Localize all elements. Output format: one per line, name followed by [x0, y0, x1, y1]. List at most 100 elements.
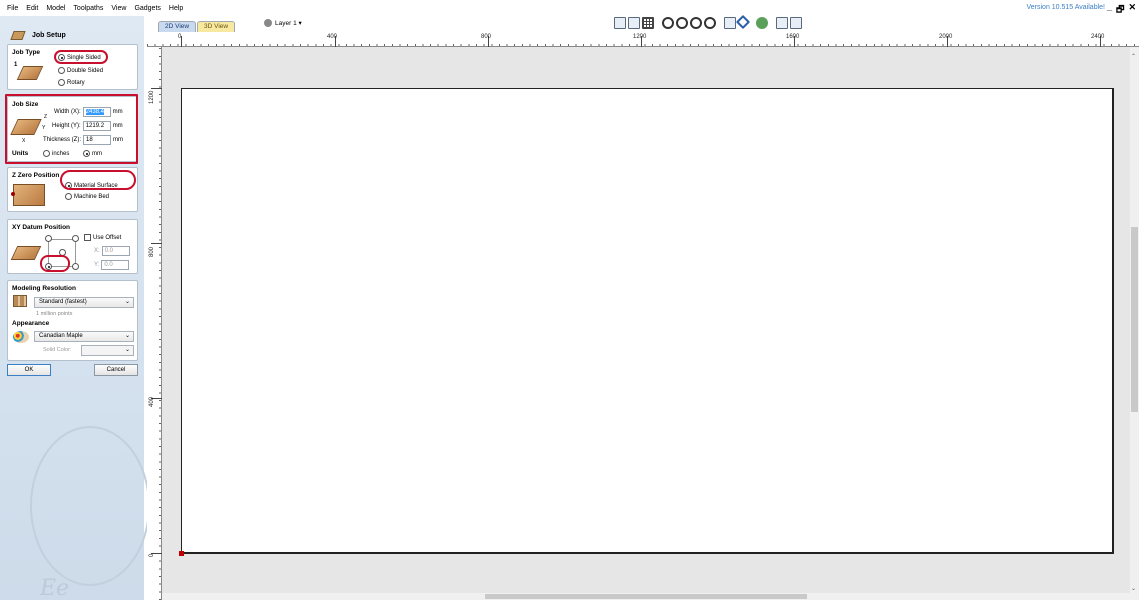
radio-machine-bed[interactable]: Machine Bed: [65, 193, 109, 200]
material-icon[interactable]: [756, 17, 768, 29]
datum-bottom-right[interactable]: [72, 263, 81, 270]
appearance-select[interactable]: Canadian Maple ⌄: [34, 331, 134, 342]
modeling-group: Modeling Resolution Standard (fastest) ⌄…: [7, 280, 138, 361]
xy-datum-label: XY Datum Position: [12, 224, 71, 231]
resolution-icon: [13, 295, 27, 307]
view-tools: [614, 14, 802, 30]
vertical-ruler: [147, 47, 162, 600]
panel-title: Job Setup: [32, 31, 66, 39]
datum-top-left[interactable]: [45, 235, 54, 242]
palette-icon: [13, 331, 29, 343]
radio-dot-icon: [65, 193, 72, 200]
layer-icon: [264, 19, 272, 27]
horizontal-scrollbar[interactable]: [162, 593, 1130, 600]
checkbox-icon: [84, 234, 91, 241]
annotation-circle: [40, 255, 70, 272]
zoom-in-icon[interactable]: [676, 17, 688, 29]
chevron-down-icon: ⌄: [124, 299, 130, 305]
job-setup-panel: Ee Job Setup Job Type 1 Single Sided Dou…: [0, 16, 150, 600]
radio-double-sided[interactable]: Double Sided: [58, 67, 103, 74]
single-sided-illustration: [16, 66, 44, 80]
ruler-h-label: 2400: [1091, 34, 1105, 40]
annotation-circle: [60, 170, 136, 190]
radio-dot-icon: [58, 67, 65, 74]
ruler-v-label: 400: [149, 396, 155, 407]
use-offset-checkbox[interactable]: Use Offset: [84, 234, 121, 241]
appearance-label: Appearance: [12, 320, 50, 327]
radio-dot-icon: [72, 235, 79, 242]
snap-grid-icon[interactable]: [628, 17, 640, 29]
menu-view[interactable]: View: [107, 5, 130, 12]
vertical-scroll-thumb[interactable]: [1131, 227, 1138, 412]
pan-icon[interactable]: [662, 17, 674, 29]
vertical-scrollbar[interactable]: ⌃ ⌄: [1130, 47, 1139, 600]
offset-x-input[interactable]: 0.0: [101, 246, 130, 256]
ruler-h-label: 1600: [786, 34, 800, 40]
horizontal-scroll-thumb[interactable]: [485, 594, 807, 599]
menu-help[interactable]: Help: [165, 5, 187, 12]
menu-gadgets[interactable]: Gadgets: [130, 5, 164, 12]
grid-icon[interactable]: [642, 17, 654, 29]
select-tool-icon[interactable]: [724, 17, 736, 29]
version-link[interactable]: Version 10.515 Available!: [1027, 4, 1106, 11]
annotation-circle: [54, 50, 108, 64]
scroll-up-icon[interactable]: ⌃: [1131, 53, 1136, 60]
z-zero-illustration: [13, 184, 45, 206]
job-setup-icon: [10, 30, 26, 40]
ruler-v-label: 800: [149, 246, 155, 257]
z-zero-label: Z Zero Position: [12, 172, 60, 179]
radio-rotary[interactable]: Rotary: [58, 79, 85, 86]
node-edit-icon[interactable]: [735, 14, 751, 30]
menu-file[interactable]: File: [0, 5, 22, 12]
ruler-h-label: 1200: [633, 34, 647, 40]
zoom-out-icon[interactable]: [690, 17, 702, 29]
resolution-select[interactable]: Standard (fastest) ⌄: [34, 297, 134, 308]
layout-vertical-icon[interactable]: [790, 17, 802, 29]
ruler-major-tick: [151, 88, 162, 89]
layout-horizontal-icon[interactable]: [776, 17, 788, 29]
resolution-hint: 1 million points: [36, 311, 73, 317]
tab-2d-view[interactable]: 2D View: [158, 21, 197, 32]
panel-watermark: Ee: [20, 416, 160, 600]
layer-selector[interactable]: Layer 1 ▾: [264, 19, 302, 27]
offset-y-field: Y: 0.0: [94, 260, 131, 270]
scroll-down-icon[interactable]: ⌄: [1131, 585, 1136, 592]
ruler-h-label: 0: [178, 34, 182, 40]
xy-datum-illustration: [10, 246, 42, 260]
origin-marker: [179, 551, 184, 556]
menu-edit[interactable]: Edit: [22, 5, 42, 12]
modeling-label: Modeling Resolution: [12, 285, 76, 292]
solid-color-label: Solid Color:: [43, 347, 72, 353]
annotation-box: [5, 94, 138, 164]
offset-x-field: X: 0.0: [94, 246, 132, 256]
chevron-down-icon: ⌄: [124, 333, 130, 339]
radio-dot-icon: [45, 235, 52, 242]
ruler-h-label: 2000: [939, 34, 953, 40]
view-toolbar: 2D View 3D View Layer 1 ▾: [144, 14, 1139, 32]
job-type-marker: 1: [14, 62, 18, 68]
zoom-box-icon[interactable]: [614, 17, 626, 29]
job-type-label: Job Type: [12, 49, 41, 56]
radio-dot-icon: [72, 263, 79, 270]
tab-3d-view[interactable]: 3D View: [197, 21, 236, 32]
material-sheet[interactable]: [181, 88, 1114, 554]
zoom-all-icon[interactable]: [704, 17, 716, 29]
ruler-v-label: 0: [149, 553, 155, 557]
menu-model[interactable]: Model: [42, 5, 69, 12]
ruler-h-label: 800: [481, 34, 492, 40]
menu-bar: File Edit Model Toolpaths View Gadgets H…: [0, 0, 1139, 16]
menu-toolpaths[interactable]: Toolpaths: [69, 5, 107, 12]
xy-datum-group: XY Datum Position Use Offset X: 0.0 Y: 0…: [7, 219, 138, 274]
datum-top-right[interactable]: [72, 235, 81, 242]
ruler-major-tick: [151, 243, 162, 244]
offset-y-input[interactable]: 0.0: [101, 260, 130, 270]
solid-color-select[interactable]: ⌄: [81, 345, 134, 356]
z-zero-group: Z Zero Position Material Surface Machine…: [7, 167, 138, 212]
ruler-v-label: 1200: [149, 90, 155, 104]
chevron-down-icon: ⌄: [124, 347, 130, 353]
cancel-button[interactable]: Cancel: [94, 364, 138, 376]
job-type-group: Job Type 1 Single Sided Double Sided Rot…: [7, 44, 138, 90]
ok-button[interactable]: OK: [7, 364, 51, 376]
radio-dot-icon: [58, 79, 65, 86]
z-origin-dot: [11, 192, 15, 196]
